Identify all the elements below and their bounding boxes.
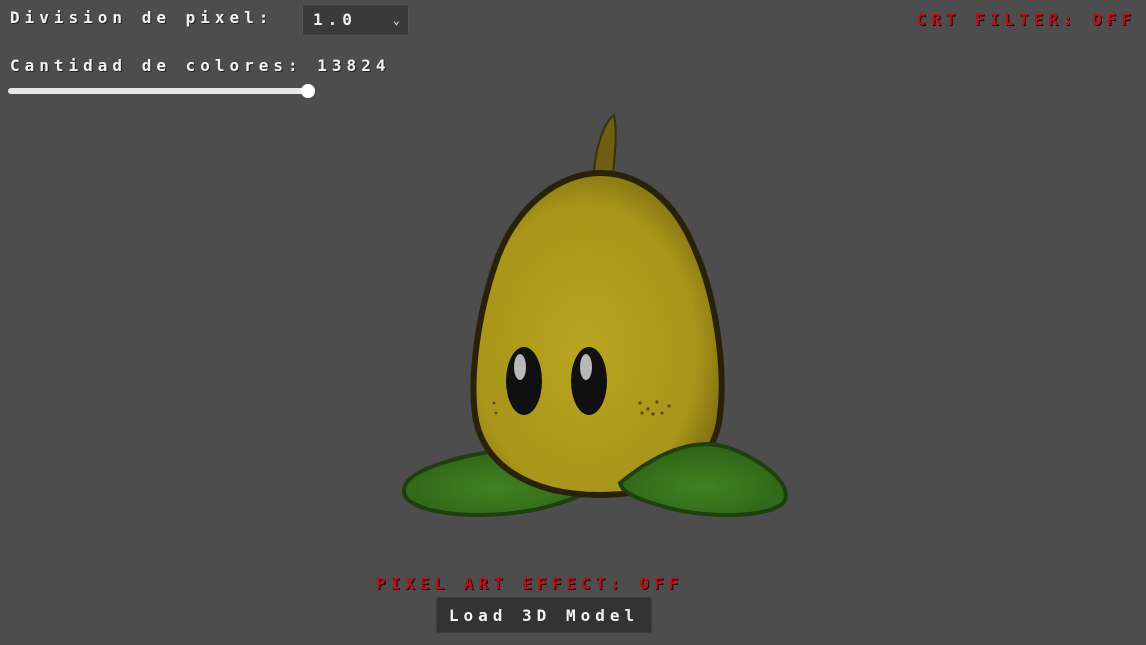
right-eye-highlight xyxy=(580,354,592,380)
color-count-label: Cantidad de colores: 13824 xyxy=(10,56,391,75)
chevron-down-icon: ⌄ xyxy=(392,13,400,27)
model-viewport[interactable] xyxy=(390,105,810,535)
load-model-button[interactable]: Load 3D Model xyxy=(436,597,652,633)
slider-track xyxy=(8,88,308,94)
pixel-division-select[interactable]: 1.0 ⌄ xyxy=(302,4,409,36)
pixel-division-label: Division de pixel: xyxy=(10,8,274,27)
crt-filter-toggle[interactable]: CRT FILTER: OFF xyxy=(917,10,1137,29)
pear-plant-model xyxy=(401,113,788,518)
pixel-art-effect-toggle[interactable]: PIXEL ART EFFECT: OFF xyxy=(376,574,683,593)
slider-thumb[interactable] xyxy=(301,84,315,98)
left-eye-highlight xyxy=(514,354,526,380)
color-count-slider[interactable] xyxy=(8,84,316,98)
left-eye-shape xyxy=(506,347,542,415)
pixel-division-value: 1.0 xyxy=(313,10,357,29)
